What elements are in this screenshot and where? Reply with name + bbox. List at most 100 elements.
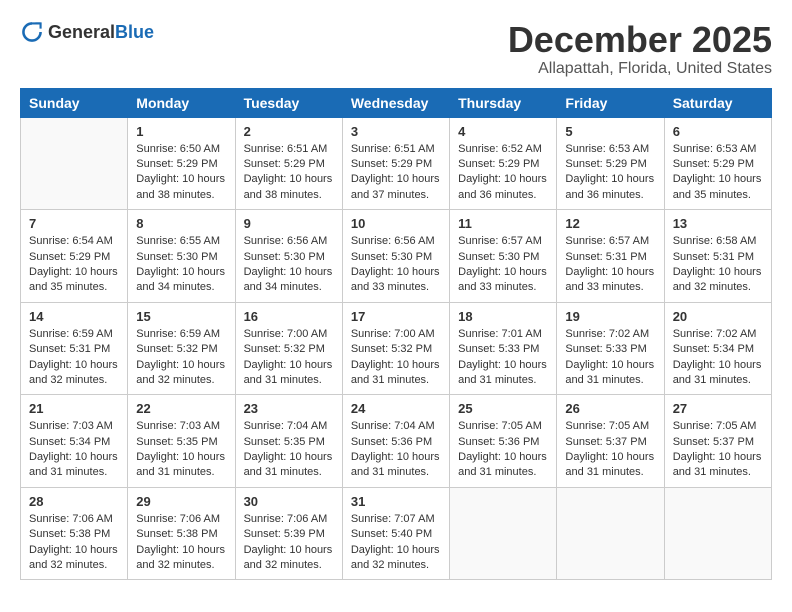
- day-cell: 18 Sunrise: 7:01 AMSunset: 5:33 PMDayligh…: [450, 302, 557, 395]
- day-cell: 29 Sunrise: 7:06 AMSunset: 5:38 PMDayligh…: [128, 487, 235, 580]
- day-info: Sunrise: 6:51 AMSunset: 5:29 PMDaylight:…: [351, 142, 441, 204]
- day-number: 21: [29, 401, 119, 416]
- day-number: 28: [29, 494, 119, 509]
- header-saturday: Saturday: [664, 88, 771, 117]
- day-info: Sunrise: 6:57 AMSunset: 5:31 PMDaylight:…: [565, 234, 655, 296]
- day-number: 22: [136, 401, 226, 416]
- day-info: Sunrise: 7:06 AMSunset: 5:39 PMDaylight:…: [244, 512, 334, 574]
- day-cell: 2 Sunrise: 6:51 AMSunset: 5:29 PMDaylight…: [235, 117, 342, 210]
- day-cell: [21, 117, 128, 210]
- header-thursday: Thursday: [450, 88, 557, 117]
- title-area: December 2025 Allapattah, Florida, Unite…: [508, 20, 772, 78]
- week-row-5: 28 Sunrise: 7:06 AMSunset: 5:38 PMDayligh…: [21, 487, 772, 580]
- day-cell: 31 Sunrise: 7:07 AMSunset: 5:40 PMDayligh…: [342, 487, 449, 580]
- day-info: Sunrise: 7:05 AMSunset: 5:37 PMDaylight:…: [565, 419, 655, 481]
- day-info: Sunrise: 7:04 AMSunset: 5:35 PMDaylight:…: [244, 419, 334, 481]
- day-number: 3: [351, 124, 441, 139]
- day-cell: [557, 487, 664, 580]
- day-cell: 12 Sunrise: 6:57 AMSunset: 5:31 PMDayligh…: [557, 210, 664, 303]
- day-number: 14: [29, 309, 119, 324]
- day-info: Sunrise: 6:57 AMSunset: 5:30 PMDaylight:…: [458, 234, 548, 296]
- day-cell: 8 Sunrise: 6:55 AMSunset: 5:30 PMDaylight…: [128, 210, 235, 303]
- day-info: Sunrise: 7:02 AMSunset: 5:33 PMDaylight:…: [565, 327, 655, 389]
- day-cell: 9 Sunrise: 6:56 AMSunset: 5:30 PMDaylight…: [235, 210, 342, 303]
- day-number: 7: [29, 216, 119, 231]
- day-number: 2: [244, 124, 334, 139]
- day-info: Sunrise: 6:59 AMSunset: 5:32 PMDaylight:…: [136, 327, 226, 389]
- day-cell: 5 Sunrise: 6:53 AMSunset: 5:29 PMDaylight…: [557, 117, 664, 210]
- day-number: 6: [673, 124, 763, 139]
- day-number: 5: [565, 124, 655, 139]
- day-info: Sunrise: 7:06 AMSunset: 5:38 PMDaylight:…: [136, 512, 226, 574]
- day-number: 8: [136, 216, 226, 231]
- day-cell: 17 Sunrise: 7:00 AMSunset: 5:32 PMDayligh…: [342, 302, 449, 395]
- day-cell: [450, 487, 557, 580]
- day-info: Sunrise: 6:51 AMSunset: 5:29 PMDaylight:…: [244, 142, 334, 204]
- day-cell: 22 Sunrise: 7:03 AMSunset: 5:35 PMDayligh…: [128, 395, 235, 488]
- week-row-1: 1Sunrise: 6:50 AMSunset: 5:29 PMDaylight…: [21, 117, 772, 210]
- day-number: 27: [673, 401, 763, 416]
- header-tuesday: Tuesday: [235, 88, 342, 117]
- day-info: Sunrise: 7:06 AMSunset: 5:38 PMDaylight:…: [29, 512, 119, 574]
- day-cell: 6 Sunrise: 6:53 AMSunset: 5:29 PMDaylight…: [664, 117, 771, 210]
- month-title: December 2025: [508, 20, 772, 60]
- day-number: 30: [244, 494, 334, 509]
- day-number: 4: [458, 124, 548, 139]
- day-info: Sunrise: 6:53 AMSunset: 5:29 PMDaylight:…: [673, 142, 763, 204]
- day-number: 17: [351, 309, 441, 324]
- day-info: Sunrise: 7:02 AMSunset: 5:34 PMDaylight:…: [673, 327, 763, 389]
- day-cell: 24Sunrise: 7:04 AMSunset: 5:36 PMDayligh…: [342, 395, 449, 488]
- day-info: Sunrise: 7:01 AMSunset: 5:33 PMDaylight:…: [458, 327, 548, 389]
- day-number: 29: [136, 494, 226, 509]
- header-wednesday: Wednesday: [342, 88, 449, 117]
- day-cell: 28 Sunrise: 7:06 AMSunset: 5:38 PMDayligh…: [21, 487, 128, 580]
- day-cell: 15 Sunrise: 6:59 AMSunset: 5:32 PMDayligh…: [128, 302, 235, 395]
- day-info: Sunrise: 7:05 AMSunset: 5:37 PMDaylight:…: [673, 419, 763, 481]
- day-cell: 16 Sunrise: 7:00 AMSunset: 5:32 PMDayligh…: [235, 302, 342, 395]
- logo-icon: [20, 20, 44, 44]
- header-sunday: Sunday: [21, 88, 128, 117]
- day-number: 23: [244, 401, 334, 416]
- day-cell: [664, 487, 771, 580]
- page-header: GeneralBlue December 2025 Allapattah, Fl…: [20, 20, 772, 78]
- header-row: SundayMondayTuesdayWednesdayThursdayFrid…: [21, 88, 772, 117]
- day-info: Sunrise: 7:00 AMSunset: 5:32 PMDaylight:…: [351, 327, 441, 389]
- day-number: 19: [565, 309, 655, 324]
- day-cell: 23 Sunrise: 7:04 AMSunset: 5:35 PMDayligh…: [235, 395, 342, 488]
- day-info: Sunrise: 6:58 AMSunset: 5:31 PMDaylight:…: [673, 234, 763, 296]
- day-cell: 25Sunrise: 7:05 AMSunset: 5:36 PMDayligh…: [450, 395, 557, 488]
- day-number: 16: [244, 309, 334, 324]
- week-row-2: 7 Sunrise: 6:54 AMSunset: 5:29 PMDaylight…: [21, 210, 772, 303]
- day-info: Sunrise: 7:00 AMSunset: 5:32 PMDaylight:…: [244, 327, 334, 389]
- day-cell: 27 Sunrise: 7:05 AMSunset: 5:37 PMDayligh…: [664, 395, 771, 488]
- day-info: Sunrise: 6:56 AMSunset: 5:30 PMDaylight:…: [351, 234, 441, 296]
- day-number: 31: [351, 494, 441, 509]
- day-info: Sunrise: 6:56 AMSunset: 5:30 PMDaylight:…: [244, 234, 334, 296]
- day-cell: 7 Sunrise: 6:54 AMSunset: 5:29 PMDaylight…: [21, 210, 128, 303]
- day-info: Sunrise: 6:54 AMSunset: 5:29 PMDaylight:…: [29, 234, 119, 296]
- header-monday: Monday: [128, 88, 235, 117]
- day-cell: 3 Sunrise: 6:51 AMSunset: 5:29 PMDaylight…: [342, 117, 449, 210]
- day-cell: 10Sunrise: 6:56 AMSunset: 5:30 PMDayligh…: [342, 210, 449, 303]
- day-cell: 30 Sunrise: 7:06 AMSunset: 5:39 PMDayligh…: [235, 487, 342, 580]
- day-cell: 20Sunrise: 7:02 AMSunset: 5:34 PMDayligh…: [664, 302, 771, 395]
- calendar-table: SundayMondayTuesdayWednesdayThursdayFrid…: [20, 88, 772, 581]
- day-number: 12: [565, 216, 655, 231]
- day-number: 25: [458, 401, 548, 416]
- day-info: Sunrise: 7:03 AMSunset: 5:34 PMDaylight:…: [29, 419, 119, 481]
- day-number: 9: [244, 216, 334, 231]
- location-title: Allapattah, Florida, United States: [508, 60, 772, 78]
- week-row-4: 21 Sunrise: 7:03 AMSunset: 5:34 PMDayligh…: [21, 395, 772, 488]
- day-cell: 19 Sunrise: 7:02 AMSunset: 5:33 PMDayligh…: [557, 302, 664, 395]
- day-info: Sunrise: 6:53 AMSunset: 5:29 PMDaylight:…: [565, 142, 655, 204]
- day-number: 15: [136, 309, 226, 324]
- day-cell: 4Sunrise: 6:52 AMSunset: 5:29 PMDaylight…: [450, 117, 557, 210]
- logo-blue: Blue: [115, 22, 154, 42]
- day-number: 1: [136, 124, 226, 139]
- day-info: Sunrise: 7:03 AMSunset: 5:35 PMDaylight:…: [136, 419, 226, 481]
- day-info: Sunrise: 7:07 AMSunset: 5:40 PMDaylight:…: [351, 512, 441, 574]
- day-info: Sunrise: 6:55 AMSunset: 5:30 PMDaylight:…: [136, 234, 226, 296]
- day-number: 18: [458, 309, 548, 324]
- day-number: 26: [565, 401, 655, 416]
- day-cell: 26 Sunrise: 7:05 AMSunset: 5:37 PMDayligh…: [557, 395, 664, 488]
